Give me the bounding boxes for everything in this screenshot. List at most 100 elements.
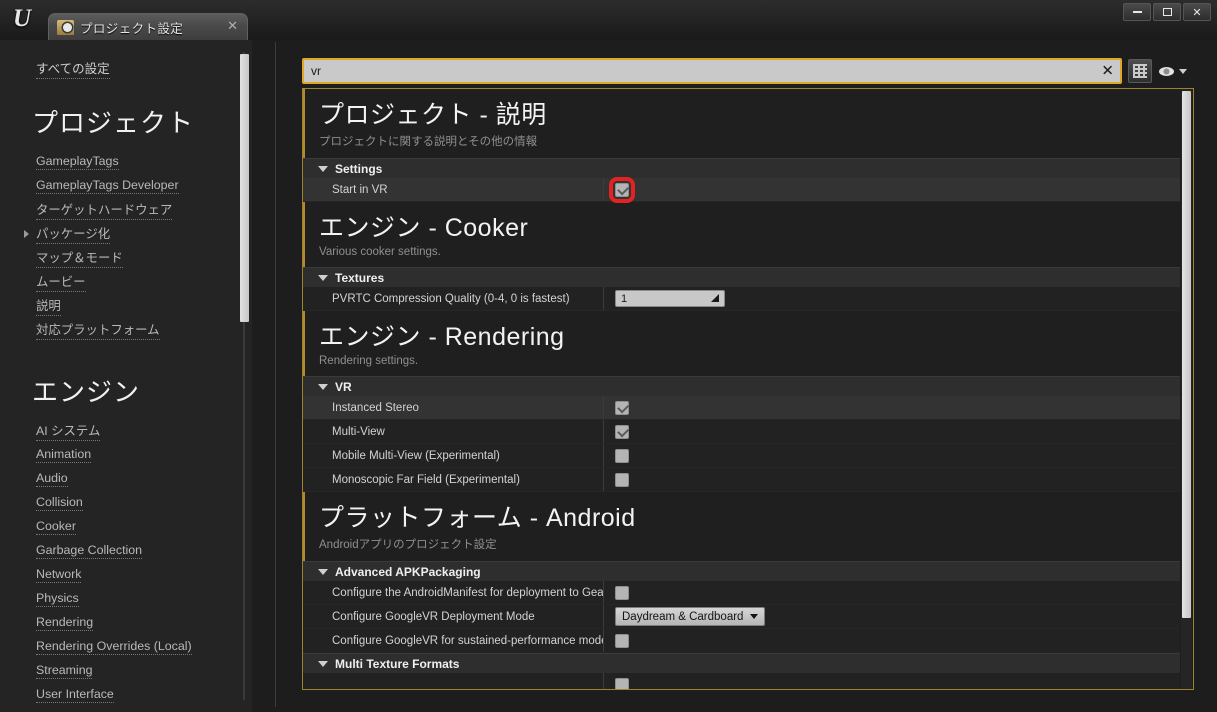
sidebar-item-[interactable]: 対応プラットフォーム [0, 318, 252, 342]
property-row: Configure the AndroidManifest for deploy… [303, 581, 1180, 605]
sidebar-item-ai[interactable]: AI システム [0, 419, 252, 443]
tab-close-icon[interactable]: ✕ [227, 18, 247, 36]
sidebar-item-network[interactable]: Network [0, 563, 252, 587]
property-row: Configure GoogleVR Deployment Mode Daydre… [303, 605, 1180, 629]
sidebar-all-settings[interactable]: すべての設定 [36, 58, 110, 79]
sidebar-item-cooker[interactable]: Cooker [0, 515, 252, 539]
property-label: Instanced Stereo [332, 401, 419, 414]
sidebar-item-[interactable]: マップ＆モード [0, 246, 252, 270]
sidebar-item-physics[interactable]: Physics [0, 587, 252, 611]
chevron-down-icon [1179, 68, 1187, 74]
sidebar-item-label: パッケージ化 [36, 224, 111, 244]
sidebar-item-[interactable]: パッケージ化 [0, 222, 252, 246]
property-value [603, 420, 1180, 443]
property-label: Mobile Multi-View (Experimental) [332, 449, 500, 462]
property-checkbox[interactable] [615, 633, 629, 648]
property-value: 1 [603, 287, 1180, 310]
section-subtitle: Androidアプリのプロジェクト設定 [319, 539, 497, 551]
property-checkbox[interactable] [615, 677, 629, 689]
property-label: Configure GoogleVR Deployment Mode [332, 610, 535, 623]
category-header[interactable]: VR [303, 376, 1180, 396]
sidebar-item-garbage-collection[interactable]: Garbage Collection [0, 539, 252, 563]
search-input[interactable] [304, 64, 1120, 78]
sidebar-item-audio[interactable]: Audio [0, 467, 252, 491]
property-row: Monoscopic Far Field (Experimental) [303, 468, 1180, 492]
sidebar-item-user-interface[interactable]: User Interface [0, 683, 252, 707]
sidebar-item-label: Animation [36, 447, 92, 463]
tab-project-settings[interactable]: プロジェクト設定 ✕ [48, 13, 248, 40]
settings-scrollbar-thumb[interactable] [1182, 91, 1191, 618]
sidebar-item-label: Collision [36, 495, 83, 511]
expand-triangle-icon [318, 165, 328, 172]
expand-triangle-icon [318, 660, 328, 667]
property-label: Start in VR [332, 183, 388, 196]
sidebar-item-label: Rendering [36, 615, 94, 631]
chevron-down-icon [750, 614, 759, 619]
sidebar-item-rendering[interactable]: Rendering [0, 611, 252, 635]
property-checkbox[interactable] [615, 585, 629, 600]
property-checkbox[interactable] [615, 424, 629, 439]
sidebar-item-label: Physics [36, 591, 79, 607]
sidebar-group-title: エンジン [32, 377, 141, 407]
property-row: Multi-View [303, 420, 1180, 444]
property-value [603, 396, 1180, 419]
number-input[interactable]: 1 [615, 290, 725, 307]
sidebar-item-label: GameplayTags Developer [36, 178, 179, 194]
category-header[interactable]: Advanced APKPackaging [303, 561, 1180, 581]
settings-viewport: プロジェクト - 説明 プロジェクトに関する説明とその他の情報 Settings St… [302, 88, 1194, 690]
dropdown-select[interactable]: Daydream & Cardboard [615, 607, 766, 626]
property-value [603, 444, 1180, 467]
sidebar-item-label: Cooker [36, 519, 76, 535]
property-value [603, 673, 1180, 689]
title-bar: U プロジェクト設定 ✕ ✕ [0, 0, 1217, 40]
sidebar-item-[interactable]: インプット [0, 707, 252, 712]
grid-view-button[interactable] [1128, 59, 1152, 83]
sidebar-item-gameplaytags-developer[interactable]: GameplayTags Developer [0, 174, 252, 198]
category-header[interactable]: Settings [303, 158, 1180, 178]
property-label: Multi-View [332, 425, 385, 438]
project-settings-window: U プロジェクト設定 ✕ ✕ すべての設定 プロジェクト GameplayTags G… [0, 0, 1217, 712]
visibility-options-button[interactable] [1158, 59, 1187, 83]
section-title: エンジン - Cooker [319, 214, 529, 242]
search-clear-icon[interactable]: ✕ [1101, 64, 1114, 79]
close-button[interactable]: ✕ [1183, 3, 1211, 21]
search-box[interactable]: ✕ [302, 58, 1122, 84]
property-label: PVRTC Compression Quality (0-4, 0 is fas… [332, 292, 570, 305]
sidebar-item-streaming[interactable]: Streaming [0, 659, 252, 683]
property-row: Start in VR [303, 176, 1180, 203]
sidebar-item-label: Network [36, 567, 82, 583]
section-subtitle: Rendering settings. [319, 355, 419, 367]
spinner-icon[interactable] [711, 294, 719, 302]
sidebar-item-label: Rendering Overrides (Local) [36, 639, 192, 655]
property-checkbox[interactable] [615, 400, 629, 415]
minimize-button[interactable] [1123, 3, 1151, 21]
maximize-button[interactable] [1153, 3, 1181, 21]
property-checkbox[interactable] [615, 448, 629, 463]
property-value: Daydream & Cardboard [603, 605, 1180, 628]
section-title: エンジン - Rendering [319, 323, 565, 351]
property-row [303, 673, 1180, 689]
sidebar-item-label: マップ＆モード [36, 248, 123, 268]
category-label: VR [335, 379, 352, 394]
sidebar-item-label: Garbage Collection [36, 543, 143, 559]
sidebar-scrollbar-thumb[interactable] [240, 54, 249, 322]
sidebar-item-[interactable]: ターゲットハードウェア [0, 198, 252, 222]
section-subtitle: プロジェクトに関する説明とその他の情報 [319, 136, 538, 148]
sidebar-item-label: ムービー [36, 272, 86, 292]
settings-gear-icon [57, 19, 74, 35]
expand-triangle-icon [318, 274, 328, 281]
sidebar-item-label: User Interface [36, 687, 114, 703]
category-header[interactable]: Multi Texture Formats [303, 653, 1180, 673]
category-label: Textures [335, 270, 385, 285]
property-checkbox[interactable] [615, 472, 629, 487]
sidebar-item-animation[interactable]: Animation [0, 443, 252, 467]
sidebar-item-[interactable]: ムービー [0, 270, 252, 294]
property-label: Configure the AndroidManifest for deploy… [332, 586, 603, 599]
sidebar-item-rendering-overrides-local[interactable]: Rendering Overrides (Local) [0, 635, 252, 659]
sidebar-item-gameplaytags[interactable]: GameplayTags [0, 150, 252, 174]
property-checkbox[interactable] [609, 176, 635, 203]
category-header[interactable]: Textures [303, 267, 1180, 287]
sidebar-item-[interactable]: 説明 [0, 294, 252, 318]
sidebar-item-collision[interactable]: Collision [0, 491, 252, 515]
property-row: Configure GoogleVR for sustained-perform… [303, 629, 1180, 653]
